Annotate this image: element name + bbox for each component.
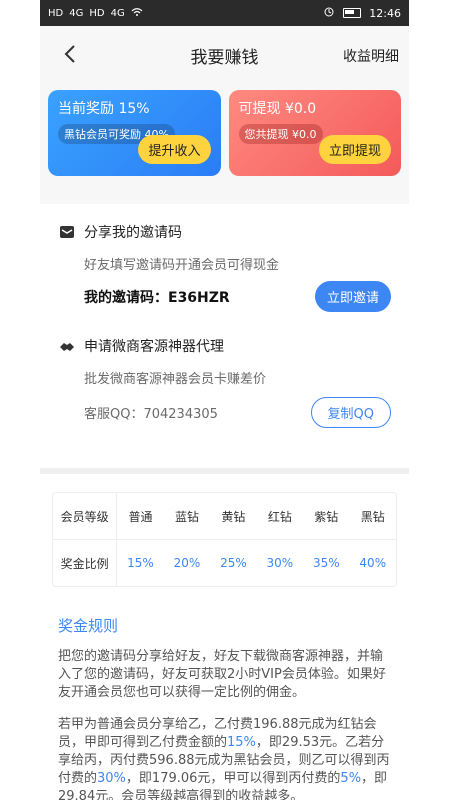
status-4g-1: 4G [69,7,84,19]
share-title-row: 分享我的邀请码 [58,222,391,242]
rules-title: 奖金规则 [58,617,119,635]
table-header-cell: 普通 [128,509,153,524]
withdraw-total-pill: 您共提现 ¥0.0 [238,124,323,144]
share-section: 分享我的邀请码 好友填写邀请码开通会员可得现金 我的邀请码：E36HZR 立即邀… [40,204,409,312]
share-code-row: 我的邀请码：E36HZR 立即邀请 [84,281,391,312]
increase-income-button[interactable]: 提升收入 [138,135,211,164]
status-right: 12:46 [323,6,401,21]
invite-now-button[interactable]: 立即邀请 [314,281,391,312]
rules-paragraph-1: 把您的邀请码分享给好友，好友下载微商客源神器，并输入了您的邀请码，好友可获取2小… [58,649,386,700]
back-button[interactable] [56,40,84,68]
status-time: 12:46 [369,6,401,20]
status-left: HD 4G HD 4G [48,7,143,20]
agent-qq-row: 客服QQ：704234305 复制QQ [84,397,391,428]
table-row-title: 奖金比例 [53,540,118,586]
table-cell: 20% [173,556,201,570]
section-divider [40,468,409,474]
back-arrow-icon [64,45,75,63]
table-header-cell: 蓝钻 [174,509,199,524]
status-hd-2: HD [89,7,105,19]
handshake-icon [58,337,76,355]
share-desc: 好友填写邀请码开通会员可得现金 [84,258,280,273]
reward-cards: 当前奖励 15% 黑钻会员可奖励 40% 提升收入 可提现 ¥0.0 您共提现 … [40,84,409,204]
withdraw-now-button[interactable]: 立即提现 [318,135,391,164]
copy-qq-button[interactable]: 复制QQ [310,397,391,428]
table-cell: 25% [220,556,247,570]
table-header-cell: 黑钻 [360,509,385,524]
table-header-cell: 红钻 [267,509,292,524]
support-qq: 客服QQ：704234305 [84,407,218,422]
rules-p2-part-f: 5% [340,771,362,786]
reward-table: 会员等级 普通 蓝钻 黄钻 红钻 紫钻 黑钻 奖金比例 15% 20% 25% … [52,492,397,587]
table-header-cell: 黄钻 [221,509,246,524]
app-frame: HD 4G HD 4G 12:46 我要赚钱 收益明细 当前奖励 15% 黑钻会… [40,0,409,800]
status-4g-2: 4G [110,7,125,19]
table-cell: 35% [312,556,340,570]
current-reward: 当前奖励 15% [58,101,150,117]
agent-section: 申请微商客源神器代理 批发微商客源神器会员卡赚差价 客服QQ：704234305… [40,312,409,474]
table-cell: 30% [266,556,294,570]
top-bar: 我要赚钱 收益明细 [40,26,409,84]
battery-icon [343,8,362,18]
table-header-cell: 会员等级 [53,493,118,539]
agent-desc: 批发微商客源神器会员卡赚差价 [84,372,267,387]
table-cell: 15% [127,556,154,570]
invite-code: 我的邀请码：E36HZR [84,289,230,306]
rules-p2-part-d: 30% [97,771,126,786]
table-cell: 40% [359,556,387,570]
agent-title: 申请微商客源神器代理 [84,339,224,355]
agent-title-row: 申请微商客源神器代理 [58,336,391,356]
rules-p2-part-e: ，即179.06元，甲可以得到丙付费的 [125,771,341,786]
share-title: 分享我的邀请码 [84,225,182,241]
status-bar: HD 4G HD 4G 12:46 [40,0,409,26]
reward-card-blue: 当前奖励 15% 黑钻会员可奖励 40% 提升收入 [48,90,221,176]
table-row: 奖金比例 15% 20% 25% 30% 35% 40% [53,539,396,586]
status-hd-1: HD [48,7,64,19]
rules-p2-part-b: 15% [227,735,256,750]
earnings-detail-link[interactable]: 收益明细 [343,46,399,66]
table-header-cell: 紫钻 [314,509,339,524]
wifi-icon [131,7,143,20]
page-title: 我要赚钱 [190,47,259,68]
withdraw-card-red: 可提现 ¥0.0 您共提现 ¥0.0 立即提现 [228,90,401,176]
withdrawable: 可提现 ¥0.0 [238,101,317,117]
rules-paragraph-2: 若甲为普通会员分享给乙，乙付费196.88元成为红钻会员，甲即可得到乙付费金额的… [58,716,391,800]
share-icon [58,223,76,241]
alarm-icon [323,6,335,21]
table-header: 会员等级 普通 蓝钻 黄钻 红钻 紫钻 黑钻 [53,493,396,539]
